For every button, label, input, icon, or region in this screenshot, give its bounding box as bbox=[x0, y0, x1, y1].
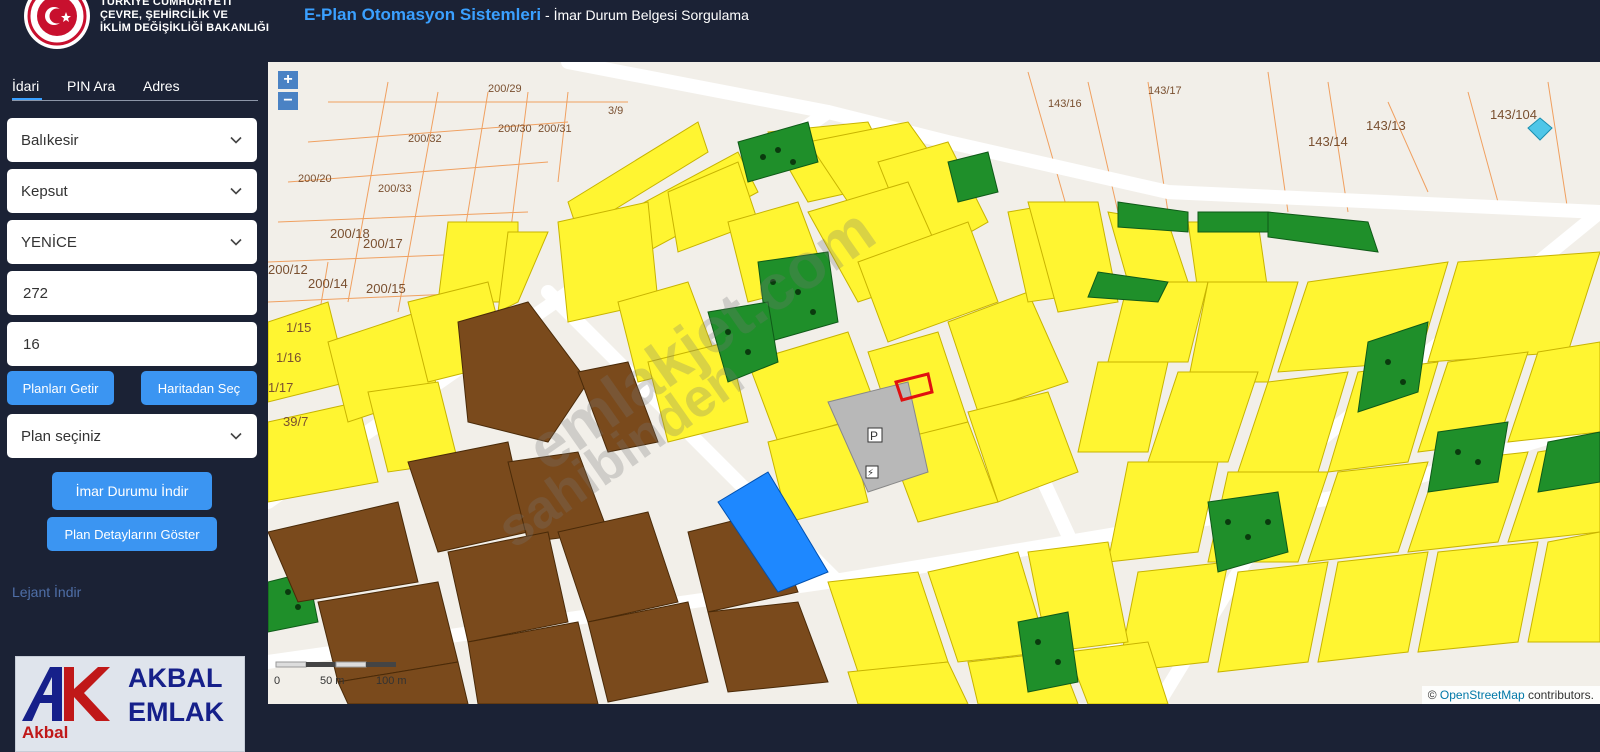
show-plan-details-button[interactable]: Plan Detaylarını Göster bbox=[47, 517, 217, 551]
chevron-down-icon bbox=[230, 136, 242, 144]
parcel-label: 143/17 bbox=[1148, 85, 1182, 97]
parcel-label: 200/20 bbox=[298, 173, 332, 185]
active-tab-indicator bbox=[12, 98, 42, 100]
zoom-out-button[interactable]: − bbox=[278, 92, 298, 110]
scale-label-0: 0 bbox=[274, 675, 280, 687]
attribution-suffix: contributors. bbox=[1524, 688, 1594, 702]
parcel-label: 200/32 bbox=[408, 133, 442, 145]
ministry-line-2: ÇEVRE, ŞEHİRCİLİK VE bbox=[100, 9, 229, 21]
parcel-label: 200/17 bbox=[363, 236, 403, 251]
plan-select-value: Plan seçiniz bbox=[21, 427, 102, 445]
parcel-label: 200/30 bbox=[498, 123, 532, 135]
block-field[interactable] bbox=[21, 283, 243, 303]
ministry-name: TÜRKİYE CUMHURİYETİ ÇEVRE, ŞEHİRCİLİK VE… bbox=[100, 0, 269, 35]
plan-select[interactable]: Plan seçiniz bbox=[7, 414, 257, 458]
select-from-map-button[interactable]: Haritadan Seç bbox=[141, 371, 257, 405]
parcel-label: 200/12 bbox=[268, 262, 308, 277]
district-select[interactable]: Kepsut bbox=[7, 169, 257, 213]
app-subtitle: - İmar Durum Belgesi Sorgulama bbox=[541, 7, 749, 23]
app-title: E-Plan Otomasyon Sistemleri bbox=[304, 5, 542, 24]
ministry-line-1: TÜRKİYE CUMHURİYETİ bbox=[100, 0, 232, 8]
parking-label: P bbox=[870, 429, 878, 443]
parcel-label: 200/29 bbox=[488, 83, 522, 95]
parcel-label: 200/31 bbox=[538, 123, 572, 135]
watermark-line-2: EMLAK bbox=[128, 697, 224, 727]
page-title: E-Plan Otomasyon Sistemleri - İmar Durum… bbox=[304, 5, 749, 25]
download-legend-link[interactable]: Lejant İndir bbox=[12, 584, 81, 600]
sidebar: İdari PIN Ara Adres Balıkesir Kepsut YEN… bbox=[0, 62, 268, 752]
parcel-label: 1/17 bbox=[268, 380, 293, 395]
parcel-label: 200/33 bbox=[378, 183, 412, 195]
tab-idari[interactable]: İdari bbox=[12, 78, 39, 94]
block-input[interactable] bbox=[7, 271, 257, 315]
chevron-down-icon bbox=[230, 238, 242, 246]
zoning-map[interactable]: P ⚡ 200/29 200/30 200/31 200/32 200/33 2… bbox=[268, 62, 1600, 704]
parcel-field[interactable] bbox=[21, 334, 243, 354]
neighborhood-select[interactable]: YENİCE bbox=[7, 220, 257, 264]
district-value: Kepsut bbox=[21, 182, 68, 200]
scale-label-100: 100 m bbox=[376, 675, 407, 687]
parcel-label: 1/15 bbox=[286, 320, 311, 335]
tab-bar: İdari PIN Ara Adres bbox=[12, 70, 258, 101]
akbal-wordmark: Akbal bbox=[22, 723, 69, 742]
chevron-down-icon bbox=[230, 187, 242, 195]
parcel-label: 3/9 bbox=[608, 105, 623, 117]
tab-adres[interactable]: Adres bbox=[143, 78, 180, 94]
neighborhood-value: YENİCE bbox=[21, 233, 77, 251]
scale-label-50: 50 m bbox=[320, 675, 344, 687]
parcel-label: 143/14 bbox=[1308, 134, 1348, 149]
zoom-in-button[interactable]: + bbox=[278, 71, 298, 89]
akbal-emlak-watermark: Akbal AKBAL EMLAK bbox=[15, 656, 245, 752]
ministry-logo-icon bbox=[24, 0, 90, 49]
app-header: TÜRKİYE CUMHURİYETİ ÇEVRE, ŞEHİRCİLİK VE… bbox=[0, 0, 1600, 62]
parcel-input[interactable] bbox=[7, 322, 257, 366]
ministry-line-3: İKLİM DEĞİŞİKLİĞİ BAKANLIĞI bbox=[100, 22, 270, 34]
transformer-label: ⚡ bbox=[867, 468, 874, 479]
parcel-label: 143/13 bbox=[1366, 118, 1406, 133]
province-value: Balıkesir bbox=[21, 131, 79, 149]
osm-link[interactable]: OpenStreetMap bbox=[1440, 688, 1525, 702]
province-select[interactable]: Balıkesir bbox=[7, 118, 257, 162]
parcel-label: 200/14 bbox=[308, 276, 348, 291]
parcel-label: 200/15 bbox=[366, 281, 406, 296]
chevron-down-icon bbox=[230, 432, 242, 440]
parcel-label: 143/16 bbox=[1048, 98, 1082, 110]
download-zoning-button[interactable]: İmar Durumu İndir bbox=[52, 472, 212, 510]
tab-pin-ara[interactable]: PIN Ara bbox=[67, 78, 115, 94]
attribution-prefix: © bbox=[1427, 688, 1440, 702]
map-canvas[interactable]: P ⚡ 200/29 200/30 200/31 200/32 200/33 2… bbox=[268, 62, 1600, 704]
map-attribution: © OpenStreetMap contributors. bbox=[1421, 686, 1600, 704]
parcel-label: 1/16 bbox=[276, 350, 301, 365]
watermark-line-1: AKBAL bbox=[128, 663, 223, 693]
get-plans-button[interactable]: Planları Getir bbox=[7, 371, 114, 405]
parcel-label: 143/104 bbox=[1490, 107, 1537, 122]
parcel-label: 39/7 bbox=[283, 414, 308, 429]
